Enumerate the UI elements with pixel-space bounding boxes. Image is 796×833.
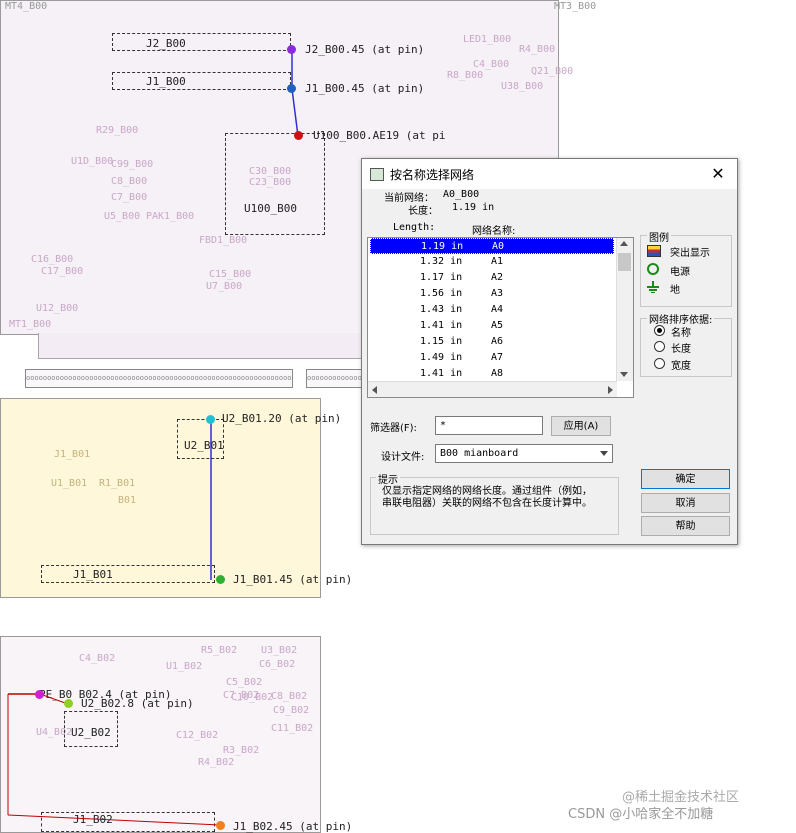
scroll-down-icon[interactable] xyxy=(620,372,628,377)
select-net-by-name-dialog[interactable]: 按名称选择网络 ✕ 当前网络： A0_B00 长度： 1.19 in Lengt… xyxy=(361,158,738,545)
help-button[interactable]: 帮助 xyxy=(641,516,730,536)
net-list[interactable]: 1.19 in A0 1.32 in A1 1.17 in A2 1.56 in A3 … xyxy=(367,237,634,398)
list-item[interactable]: 1.49 in A7 xyxy=(370,350,614,366)
list-item[interactable]: 1.19 in A0 xyxy=(370,238,614,254)
dialog-title-bar[interactable]: 按名称选择网络 ✕ xyxy=(362,159,737,189)
list-item[interactable]: 1.15 in A6 xyxy=(370,334,614,350)
sort-by-name-label: 名称 xyxy=(671,328,691,339)
dialog-title: 按名称选择网络 xyxy=(390,168,475,182)
watermark-line2: CSDN @小哈家全不加糖 xyxy=(568,807,714,822)
sort-by-length-label: 长度 xyxy=(671,344,691,355)
cancel-button[interactable]: 取消 xyxy=(641,493,730,513)
list-item[interactable]: 1.41 in A5 xyxy=(370,318,614,334)
pin-marker-u2-b02[interactable] xyxy=(64,699,73,708)
window-icon xyxy=(370,168,384,181)
length-value: 1.19 in xyxy=(452,202,495,213)
filter-label: 筛选器(F): xyxy=(370,423,417,434)
design-file-select[interactable]: B00 mianboard xyxy=(435,444,613,463)
horizontal-scrollbar[interactable] xyxy=(368,381,617,397)
power-icon xyxy=(647,263,659,275)
highlight-icon xyxy=(647,245,661,257)
legend-title: 图例 xyxy=(647,229,671,244)
design-file-label: 设计文件: xyxy=(381,452,425,463)
list-item[interactable]: 1.32 in A1 xyxy=(370,254,614,270)
sort-by-width-radio[interactable] xyxy=(654,358,665,369)
vertical-scrollbar[interactable] xyxy=(616,238,633,381)
net-trace xyxy=(7,814,221,826)
pin-marker-u100-b00[interactable] xyxy=(294,131,303,140)
pin-marker-j1-b01[interactable] xyxy=(216,575,225,584)
list-item[interactable]: 1.43 in A4 xyxy=(370,302,614,318)
current-net-value: A0_B00 xyxy=(443,189,480,200)
scroll-up-icon[interactable] xyxy=(620,241,628,246)
scroll-right-icon[interactable] xyxy=(608,386,613,394)
close-icon[interactable]: ✕ xyxy=(705,162,731,186)
ground-icon xyxy=(647,281,659,293)
filter-input[interactable]: * xyxy=(435,416,543,435)
net-trace xyxy=(291,88,299,137)
pin-marker-j2-b00[interactable] xyxy=(287,45,296,54)
hint-title: 提示 xyxy=(376,471,400,486)
chevron-down-icon xyxy=(600,451,608,456)
pin-marker-j1-b00[interactable] xyxy=(287,84,296,93)
scroll-thumb[interactable] xyxy=(618,253,631,271)
sort-by-length-radio[interactable] xyxy=(654,341,665,352)
list-item[interactable]: 1.56 in A3 xyxy=(370,286,614,302)
column-header-length: Length: xyxy=(393,222,436,233)
design-file-value: B00 mianboard xyxy=(440,448,519,459)
legend-ground-label: 地 xyxy=(670,285,680,296)
pin-marker-j1-b02[interactable] xyxy=(216,821,225,830)
list-item[interactable]: 1.17 in A2 xyxy=(370,270,614,286)
legend-highlight-label: 突出显示 xyxy=(670,248,710,259)
pin-marker-u2-b01[interactable] xyxy=(206,415,215,424)
sort-by-width-label: 宽度 xyxy=(671,361,691,372)
hint-text: 仅显示指定网络的网络长度。通过组件（例如，串联电阻器）关联的网络不包含在长度计算… xyxy=(382,486,592,509)
ok-button[interactable]: 确定 xyxy=(641,469,730,489)
apply-button[interactable]: 应用(A) xyxy=(551,416,611,436)
sort-by-name-radio[interactable] xyxy=(654,325,665,336)
list-item[interactable]: 1.41 in A8 xyxy=(370,366,614,382)
length-label: 长度： xyxy=(408,206,438,217)
pin-marker-pe-b02[interactable] xyxy=(35,690,44,699)
scroll-left-icon[interactable] xyxy=(372,386,377,394)
column-header-net-name: 网络名称: xyxy=(472,226,516,237)
legend-power-label: 电源 xyxy=(670,267,690,278)
